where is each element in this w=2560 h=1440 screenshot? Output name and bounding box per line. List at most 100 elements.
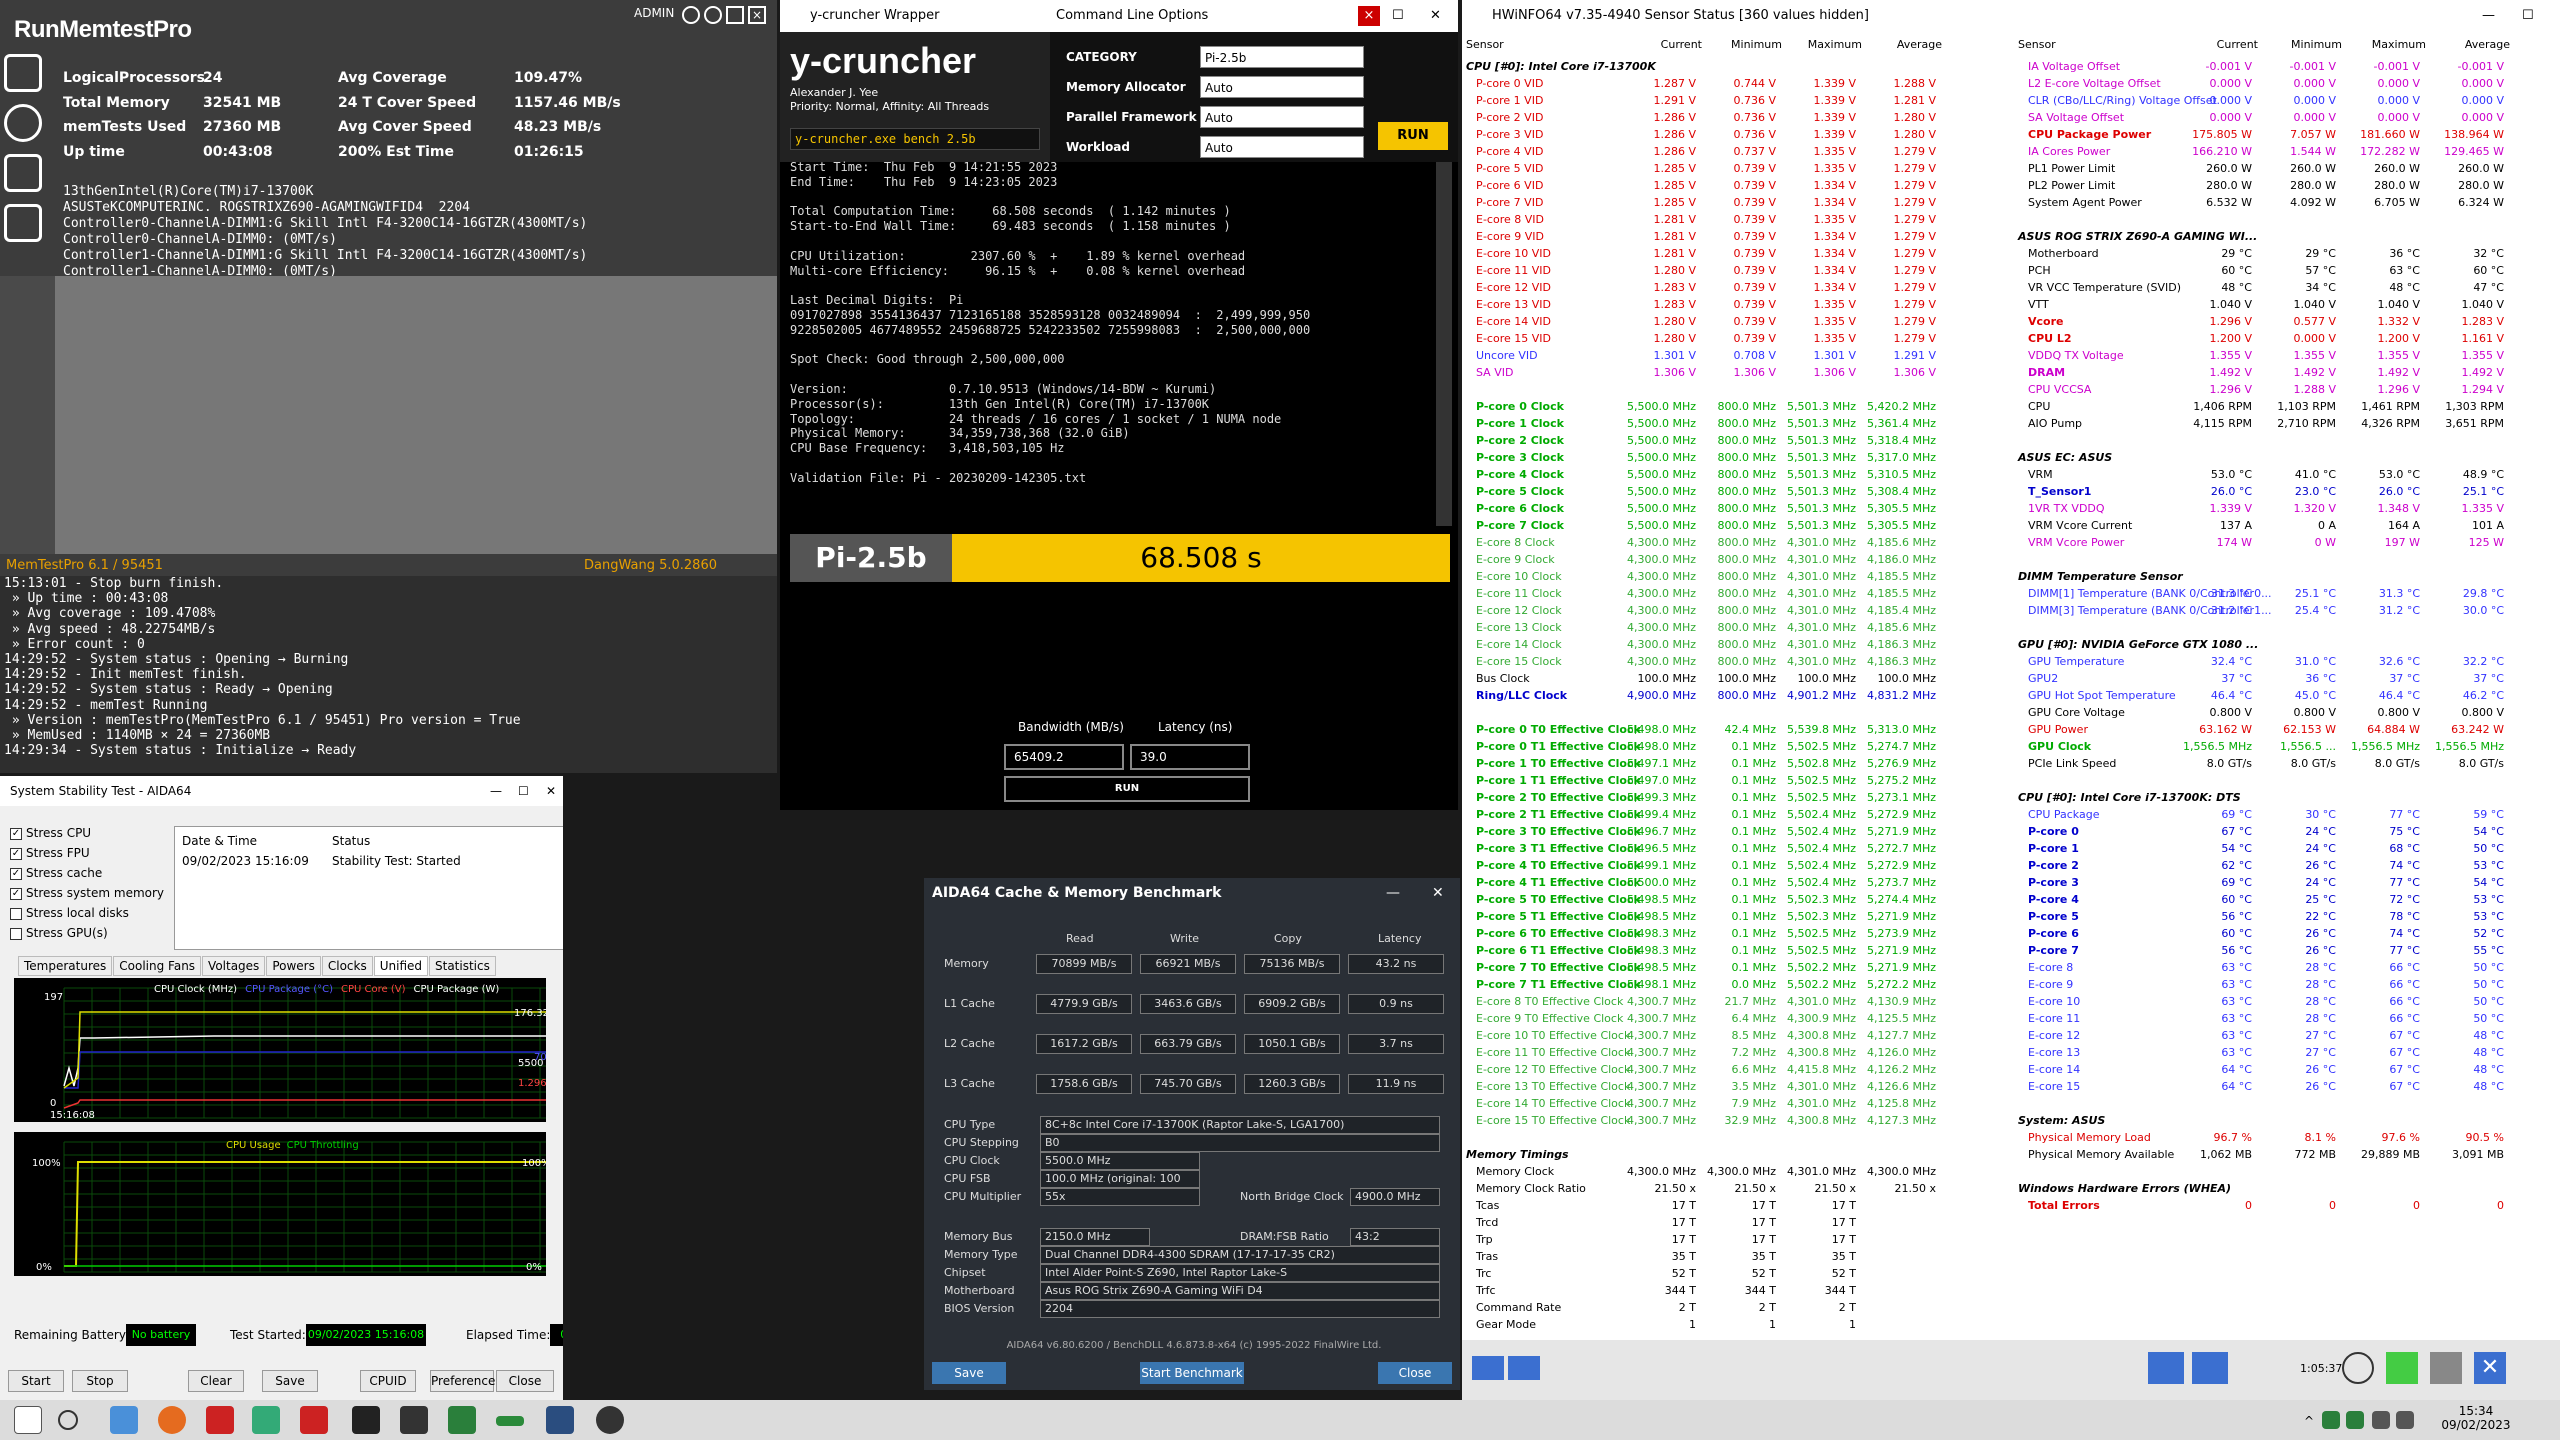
sensor-name[interactable]: P-core 2 VID bbox=[1476, 109, 1543, 126]
sensor-name[interactable]: CPU L2 bbox=[2028, 330, 2072, 347]
sensor-name[interactable]: Motherboard bbox=[2028, 245, 2099, 262]
cpuid-button[interactable]: CPUID bbox=[360, 1370, 416, 1392]
sensor-name[interactable]: E-core 12 Clock bbox=[1476, 602, 1562, 619]
sensor-name[interactable]: E-core 11 VID bbox=[1476, 262, 1551, 279]
sensor-name[interactable]: VDDQ TX Voltage bbox=[2028, 347, 2124, 364]
sensor-name[interactable]: E-core 14 bbox=[2028, 1061, 2080, 1078]
minimize-icon[interactable]: — bbox=[1386, 878, 1400, 908]
sensor-name[interactable]: GPU Hot Spot Temperature bbox=[2028, 687, 2176, 704]
command-field[interactable]: y-cruncher.exe bench 2.5b bbox=[790, 128, 1040, 150]
section-header[interactable]: Memory Timings bbox=[1466, 1146, 1569, 1163]
tools-icon[interactable] bbox=[4, 154, 42, 192]
sensor-name[interactable]: CPU Package bbox=[2028, 806, 2099, 823]
checkbox-icon[interactable] bbox=[10, 907, 22, 920]
sensor-name[interactable]: P-core 1 T0 Effective Clock bbox=[1476, 755, 1641, 772]
sensor-name[interactable]: P-core 2 Clock bbox=[1476, 432, 1564, 449]
sensor-name[interactable]: Trcd bbox=[1476, 1214, 1498, 1231]
stress-option[interactable]: Stress local disks bbox=[10, 904, 129, 922]
sensor-name[interactable]: E-core 9 T0 Effective Clock bbox=[1476, 1010, 1623, 1027]
close-button[interactable]: Close bbox=[496, 1370, 554, 1392]
preferences-button[interactable]: Preferences bbox=[430, 1370, 502, 1392]
tab-voltages[interactable]: Voltages bbox=[202, 956, 266, 976]
save-button[interactable]: Save bbox=[262, 1370, 318, 1392]
section-header[interactable]: System: ASUS bbox=[2018, 1112, 2105, 1129]
sensor-name[interactable]: E-core 14 T0 Effective Clock bbox=[1476, 1095, 1630, 1112]
sensor-name[interactable]: SA VID bbox=[1476, 364, 1513, 381]
tab-cooling-fans[interactable]: Cooling Fans bbox=[113, 956, 202, 976]
sensor-name[interactable]: E-core 15 T0 Effective Clock bbox=[1476, 1112, 1630, 1129]
scrollbar[interactable] bbox=[1436, 162, 1452, 526]
sensor-name[interactable]: GPU Power bbox=[2028, 721, 2088, 738]
sensor-name[interactable]: P-core 3 T0 Effective Clock bbox=[1476, 823, 1641, 840]
sensor-name[interactable]: AIO Pump bbox=[2028, 415, 2082, 432]
sensor-name[interactable]: E-core 13 Clock bbox=[1476, 619, 1562, 636]
close-button[interactable]: Close bbox=[1378, 1362, 1452, 1384]
sensor-name[interactable]: E-core 8 VID bbox=[1476, 211, 1544, 228]
sensor-name[interactable]: 1VR TX VDDQ bbox=[2028, 500, 2105, 517]
sensor-name[interactable]: PCH bbox=[2028, 262, 2051, 279]
sensor-name[interactable]: CPU VCCSA bbox=[2028, 381, 2091, 398]
sensor-name[interactable]: VTT bbox=[2028, 296, 2049, 313]
sensor-name[interactable]: VRM Vcore Power bbox=[2028, 534, 2124, 551]
sensor-name[interactable]: E-core 14 VID bbox=[1476, 313, 1551, 330]
sensor-name[interactable]: Trp bbox=[1476, 1231, 1493, 1248]
sensor-name[interactable]: P-core 5 bbox=[2028, 908, 2079, 925]
sensor-name[interactable]: P-core 5 T1 Effective Clock bbox=[1476, 908, 1641, 925]
start-button[interactable]: Start bbox=[8, 1370, 64, 1392]
sensor-name[interactable]: P-core 4 bbox=[2028, 891, 2079, 908]
sensor-name[interactable]: P-core 6 VID bbox=[1476, 177, 1543, 194]
maximize-icon[interactable]: ☐ bbox=[518, 776, 529, 806]
explorer-icon[interactable] bbox=[110, 1406, 138, 1434]
run-bench-button[interactable]: RUN bbox=[1004, 776, 1250, 802]
sensor-name[interactable]: System Agent Power bbox=[2028, 194, 2142, 211]
sensor-name[interactable]: P-core 7 Clock bbox=[1476, 517, 1564, 534]
sensor-name[interactable]: Tcas bbox=[1476, 1197, 1499, 1214]
tray-aida-icon[interactable] bbox=[2322, 1411, 2340, 1429]
section-header[interactable]: CPU [#0]: Intel Core i7-13700K: DTS bbox=[2018, 789, 2241, 806]
checkbox-checked-icon[interactable]: ✓ bbox=[10, 847, 22, 860]
clear-button[interactable]: Clear bbox=[188, 1370, 244, 1392]
sensor-name[interactable]: PL1 Power Limit bbox=[2028, 160, 2115, 177]
sensor-name[interactable]: GPU Clock bbox=[2028, 738, 2091, 755]
sensor-name[interactable]: P-core 1 bbox=[2028, 840, 2079, 857]
checkbox-icon[interactable] bbox=[10, 927, 22, 940]
nav-right-icon[interactable] bbox=[1508, 1356, 1540, 1380]
sensor-name[interactable]: E-core 13 T0 Effective Clock bbox=[1476, 1078, 1630, 1095]
sensor-name[interactable]: E-core 13 VID bbox=[1476, 296, 1551, 313]
sensor-name[interactable]: Ring/LLC Clock bbox=[1476, 687, 1567, 704]
sensor-name[interactable]: P-core 3 VID bbox=[1476, 126, 1543, 143]
tab-unified[interactable]: Unified bbox=[373, 956, 428, 976]
sensor-name[interactable]: P-core 3 bbox=[2028, 874, 2079, 891]
sensor-name[interactable]: P-core 4 VID bbox=[1476, 143, 1543, 160]
sensor-name[interactable]: E-core 11 Clock bbox=[1476, 585, 1562, 602]
terminal-icon[interactable] bbox=[400, 1406, 428, 1434]
memtest-icon[interactable] bbox=[496, 1416, 524, 1426]
sensor-name[interactable]: E-core 12 bbox=[2028, 1027, 2080, 1044]
run-button[interactable]: RUN bbox=[1378, 122, 1448, 150]
sensor-name[interactable]: Physical Memory Available bbox=[2028, 1146, 2174, 1163]
sensor-name[interactable]: P-core 3 T1 Effective Clock bbox=[1476, 840, 1641, 857]
minimize-icon[interactable]: — bbox=[2482, 0, 2495, 32]
volume-icon[interactable] bbox=[2396, 1411, 2414, 1429]
section-header[interactable]: DIMM Temperature Sensor bbox=[2018, 568, 2183, 585]
stress-option[interactable]: Stress GPU(s) bbox=[10, 924, 108, 942]
monitor-icon[interactable] bbox=[4, 54, 42, 92]
sensor-name[interactable]: Gear Mode bbox=[1476, 1316, 1536, 1333]
sensor-name[interactable]: Bus Clock bbox=[1476, 670, 1530, 687]
sensor-name[interactable]: P-core 5 VID bbox=[1476, 160, 1543, 177]
minimize-icon[interactable] bbox=[726, 6, 744, 24]
hwinfo-icon[interactable] bbox=[546, 1406, 574, 1434]
sensor-name[interactable]: GPU Temperature bbox=[2028, 653, 2124, 670]
option-select[interactable]: Auto bbox=[1200, 106, 1364, 128]
stress-option[interactable]: ✓ Stress FPU bbox=[10, 844, 90, 862]
sensor-name[interactable]: E-core 10 bbox=[2028, 993, 2080, 1010]
sensor-name[interactable]: E-core 15 Clock bbox=[1476, 653, 1562, 670]
firefox-icon[interactable] bbox=[158, 1406, 186, 1434]
tray-chevron-icon[interactable]: ^ bbox=[2304, 1414, 2314, 1428]
start-icon[interactable] bbox=[14, 1406, 42, 1434]
sensor-name[interactable]: P-core 6 bbox=[2028, 925, 2079, 942]
sensor-name[interactable]: Physical Memory Load bbox=[2028, 1129, 2151, 1146]
aida64-icon[interactable] bbox=[448, 1406, 476, 1434]
sensor-name[interactable]: E-core 15 VID bbox=[1476, 330, 1551, 347]
sensor-name[interactable]: E-core 12 VID bbox=[1476, 279, 1551, 296]
